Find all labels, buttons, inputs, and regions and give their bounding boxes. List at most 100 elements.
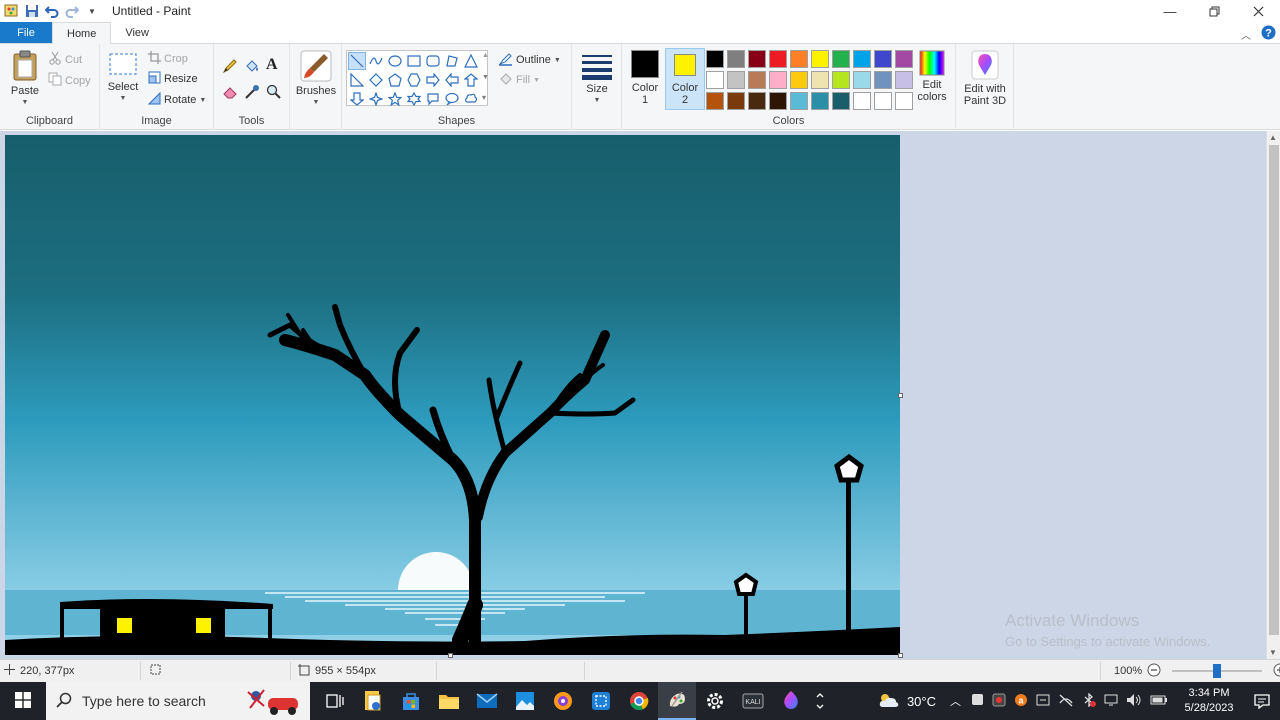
right-triangle-shape-icon[interactable] <box>348 71 366 89</box>
customize-toolbar-icon[interactable]: ▼ <box>84 3 100 19</box>
taskbar-overflow-icon[interactable] <box>810 682 830 720</box>
shapes-scroll-down-icon[interactable]: ▼ <box>482 74 489 81</box>
palette-swatch-27[interactable] <box>832 92 850 110</box>
minimize-button[interactable]: — <box>1148 0 1192 22</box>
tray-sync-icon[interactable] <box>1036 693 1050 710</box>
settings-gear-icon[interactable] <box>696 682 734 720</box>
microsoft-store-icon[interactable] <box>392 682 430 720</box>
task-view-icon[interactable] <box>316 682 354 720</box>
tray-app-square-icon[interactable] <box>971 693 984 709</box>
save-icon[interactable] <box>24 3 40 19</box>
palette-swatch-18[interactable] <box>853 71 871 89</box>
tray-bluetooth-icon[interactable] <box>1082 691 1096 710</box>
triangle-shape-icon[interactable] <box>462 52 480 70</box>
line-shape-icon[interactable] <box>348 52 366 70</box>
undo-icon[interactable] <box>44 3 60 19</box>
vertical-scrollbar[interactable]: ▲ ▼ <box>1266 131 1280 659</box>
collapse-ribbon-icon[interactable]: ︿ <box>1241 27 1251 42</box>
palette-swatch-8[interactable] <box>853 50 871 68</box>
tray-record-icon[interactable] <box>992 693 1006 710</box>
tray-avast-icon[interactable]: a <box>1014 693 1028 710</box>
left-arrow-shape-icon[interactable] <box>443 71 461 89</box>
kali-linux-app-icon[interactable]: KALI <box>734 682 772 720</box>
up-arrow-shape-icon[interactable] <box>462 71 480 89</box>
four-point-star-shape-icon[interactable] <box>367 90 385 108</box>
tray-network-off-icon[interactable] <box>1058 693 1074 710</box>
rounded-callout-shape-icon[interactable] <box>424 90 442 108</box>
start-button[interactable] <box>0 682 46 720</box>
palette-swatch-6[interactable] <box>811 50 829 68</box>
help-icon[interactable]: ? <box>1261 25 1276 43</box>
oval-callout-shape-icon[interactable] <box>443 90 461 108</box>
notification-center-icon[interactable] <box>1244 682 1280 720</box>
mail-app-icon[interactable] <box>468 682 506 720</box>
snipping-tool-icon[interactable] <box>582 682 620 720</box>
pencil-icon[interactable] <box>222 58 238 77</box>
fill-bucket-icon[interactable] <box>244 58 260 77</box>
palette-swatch-7[interactable] <box>832 50 850 68</box>
color2-button[interactable]: Color 2 <box>665 48 705 110</box>
volume-icon[interactable] <box>1126 693 1142 710</box>
eraser-icon[interactable] <box>222 84 238 103</box>
palette-swatch-19[interactable] <box>874 71 892 89</box>
magnifier-icon[interactable] <box>266 84 282 103</box>
rectangle-shape-icon[interactable] <box>405 52 423 70</box>
photos-app-icon[interactable] <box>506 682 544 720</box>
edit-with-paint3d-button[interactable]: Edit with Paint 3D <box>958 50 1012 107</box>
rotate-button[interactable]: Rotate ▼ <box>147 91 206 108</box>
shapes-expand-icon[interactable]: ▾ <box>482 93 486 102</box>
copy-button[interactable]: Copy <box>48 72 91 89</box>
restore-button[interactable] <box>1192 0 1236 22</box>
palette-swatch-26[interactable] <box>811 92 829 110</box>
palette-swatch-9[interactable] <box>874 50 892 68</box>
palette-swatch-17[interactable] <box>832 71 850 89</box>
tray-display-icon[interactable] <box>1104 693 1118 710</box>
show-hidden-icons-icon[interactable]: ︿ <box>950 693 961 709</box>
pentagon-shape-icon[interactable] <box>386 71 404 89</box>
scroll-down-icon[interactable]: ▼ <box>1269 648 1277 657</box>
file-explorer-icon[interactable] <box>430 682 468 720</box>
palette-swatch-11[interactable] <box>706 71 724 89</box>
outline-button[interactable]: Outline ▼ <box>498 51 561 69</box>
palette-swatch-1[interactable] <box>706 50 724 68</box>
zoom-slider-thumb[interactable] <box>1213 664 1222 678</box>
paint-taskbar-icon[interactable] <box>658 682 696 720</box>
system-clock[interactable]: 3:34 PM 5/28/2023 <box>1174 686 1244 716</box>
down-arrow-shape-icon[interactable] <box>348 90 366 108</box>
tab-view[interactable]: View <box>111 22 163 43</box>
zoom-in-icon[interactable] <box>1273 663 1280 680</box>
canvas-resize-handle-corner[interactable] <box>898 653 903 658</box>
palette-swatch-14[interactable] <box>769 71 787 89</box>
hexagon-shape-icon[interactable] <box>405 71 423 89</box>
taskbar-search-box[interactable]: Type here to search <box>46 682 310 720</box>
battery-icon[interactable] <box>1150 694 1168 709</box>
chrome-browser-icon[interactable] <box>620 682 658 720</box>
color1-button[interactable]: Color 1 <box>626 48 664 106</box>
zoom-out-icon[interactable] <box>1147 663 1161 680</box>
canvas-resize-handle-right[interactable] <box>898 393 903 398</box>
rounded-rectangle-shape-icon[interactable] <box>424 52 442 70</box>
tab-file[interactable]: File <box>0 22 52 43</box>
palette-swatch-4[interactable] <box>769 50 787 68</box>
drawing-canvas[interactable] <box>5 135 900 655</box>
cut-button[interactable]: Cut <box>48 51 82 68</box>
polygon-shape-icon[interactable] <box>443 52 461 70</box>
palette-swatch-28[interactable] <box>853 92 871 110</box>
six-point-star-shape-icon[interactable] <box>405 90 423 108</box>
color-picker-icon[interactable] <box>244 84 260 103</box>
scrollbar-thumb[interactable] <box>1269 145 1279 635</box>
palette-swatch-5[interactable] <box>790 50 808 68</box>
paint3d-taskbar-icon[interactable] <box>772 682 810 720</box>
palette-swatch-12[interactable] <box>727 71 745 89</box>
size-button[interactable]: Size ▼ <box>578 52 616 107</box>
palette-swatch-24[interactable] <box>769 92 787 110</box>
palette-swatch-20[interactable] <box>895 71 913 89</box>
paste-button[interactable]: Paste ▼ <box>8 50 42 109</box>
fill-button[interactable]: Fill ▼ <box>498 71 540 89</box>
palette-swatch-3[interactable] <box>748 50 766 68</box>
palette-swatch-2[interactable] <box>727 50 745 68</box>
brushes-button[interactable]: Brushes ▼ <box>294 50 338 109</box>
zoom-slider[interactable] <box>1172 664 1263 678</box>
redo-icon[interactable] <box>64 3 80 19</box>
tab-home[interactable]: Home <box>52 22 112 44</box>
